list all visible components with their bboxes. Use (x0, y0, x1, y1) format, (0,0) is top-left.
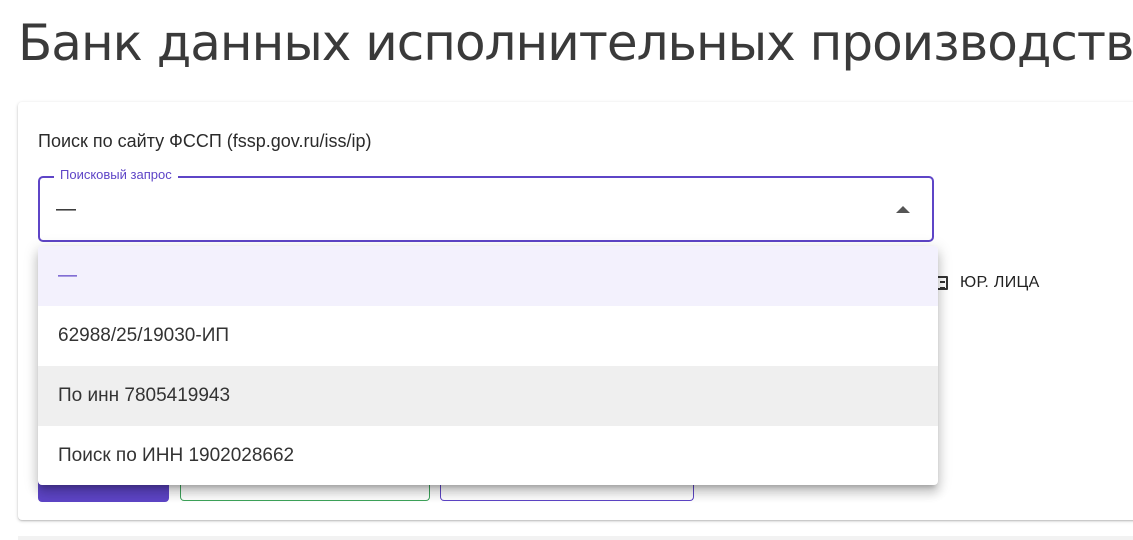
next-card-edge (18, 536, 1133, 540)
dropdown-option[interactable]: 62988/25/19030-ИП (38, 306, 938, 366)
dropdown-option[interactable]: По инн 7805419943 (38, 366, 938, 426)
search-input[interactable]: Поисковый запрос — (38, 167, 934, 242)
arrow-up-icon[interactable] (896, 206, 910, 213)
search-input-label: Поисковый запрос (54, 167, 178, 182)
page-title: Банк данных исполнительных производств (18, 14, 1133, 72)
search-subtitle: Поиск по сайту ФССП (fssp.gov.ru/iss/ip) (38, 131, 372, 151)
tab-legal-entities-label: ЮР. ЛИЦА (960, 274, 1040, 291)
dropdown-option[interactable]: — (38, 246, 938, 306)
search-input-value[interactable]: — (56, 198, 76, 221)
dropdown-option[interactable]: Поиск по ИНН 1902028662 (38, 426, 938, 485)
tab-legal-entities[interactable]: ЮР. ЛИЦА (936, 274, 1040, 292)
search-suggestions-dropdown: — 62988/25/19030-ИП По инн 7805419943 По… (38, 246, 938, 485)
